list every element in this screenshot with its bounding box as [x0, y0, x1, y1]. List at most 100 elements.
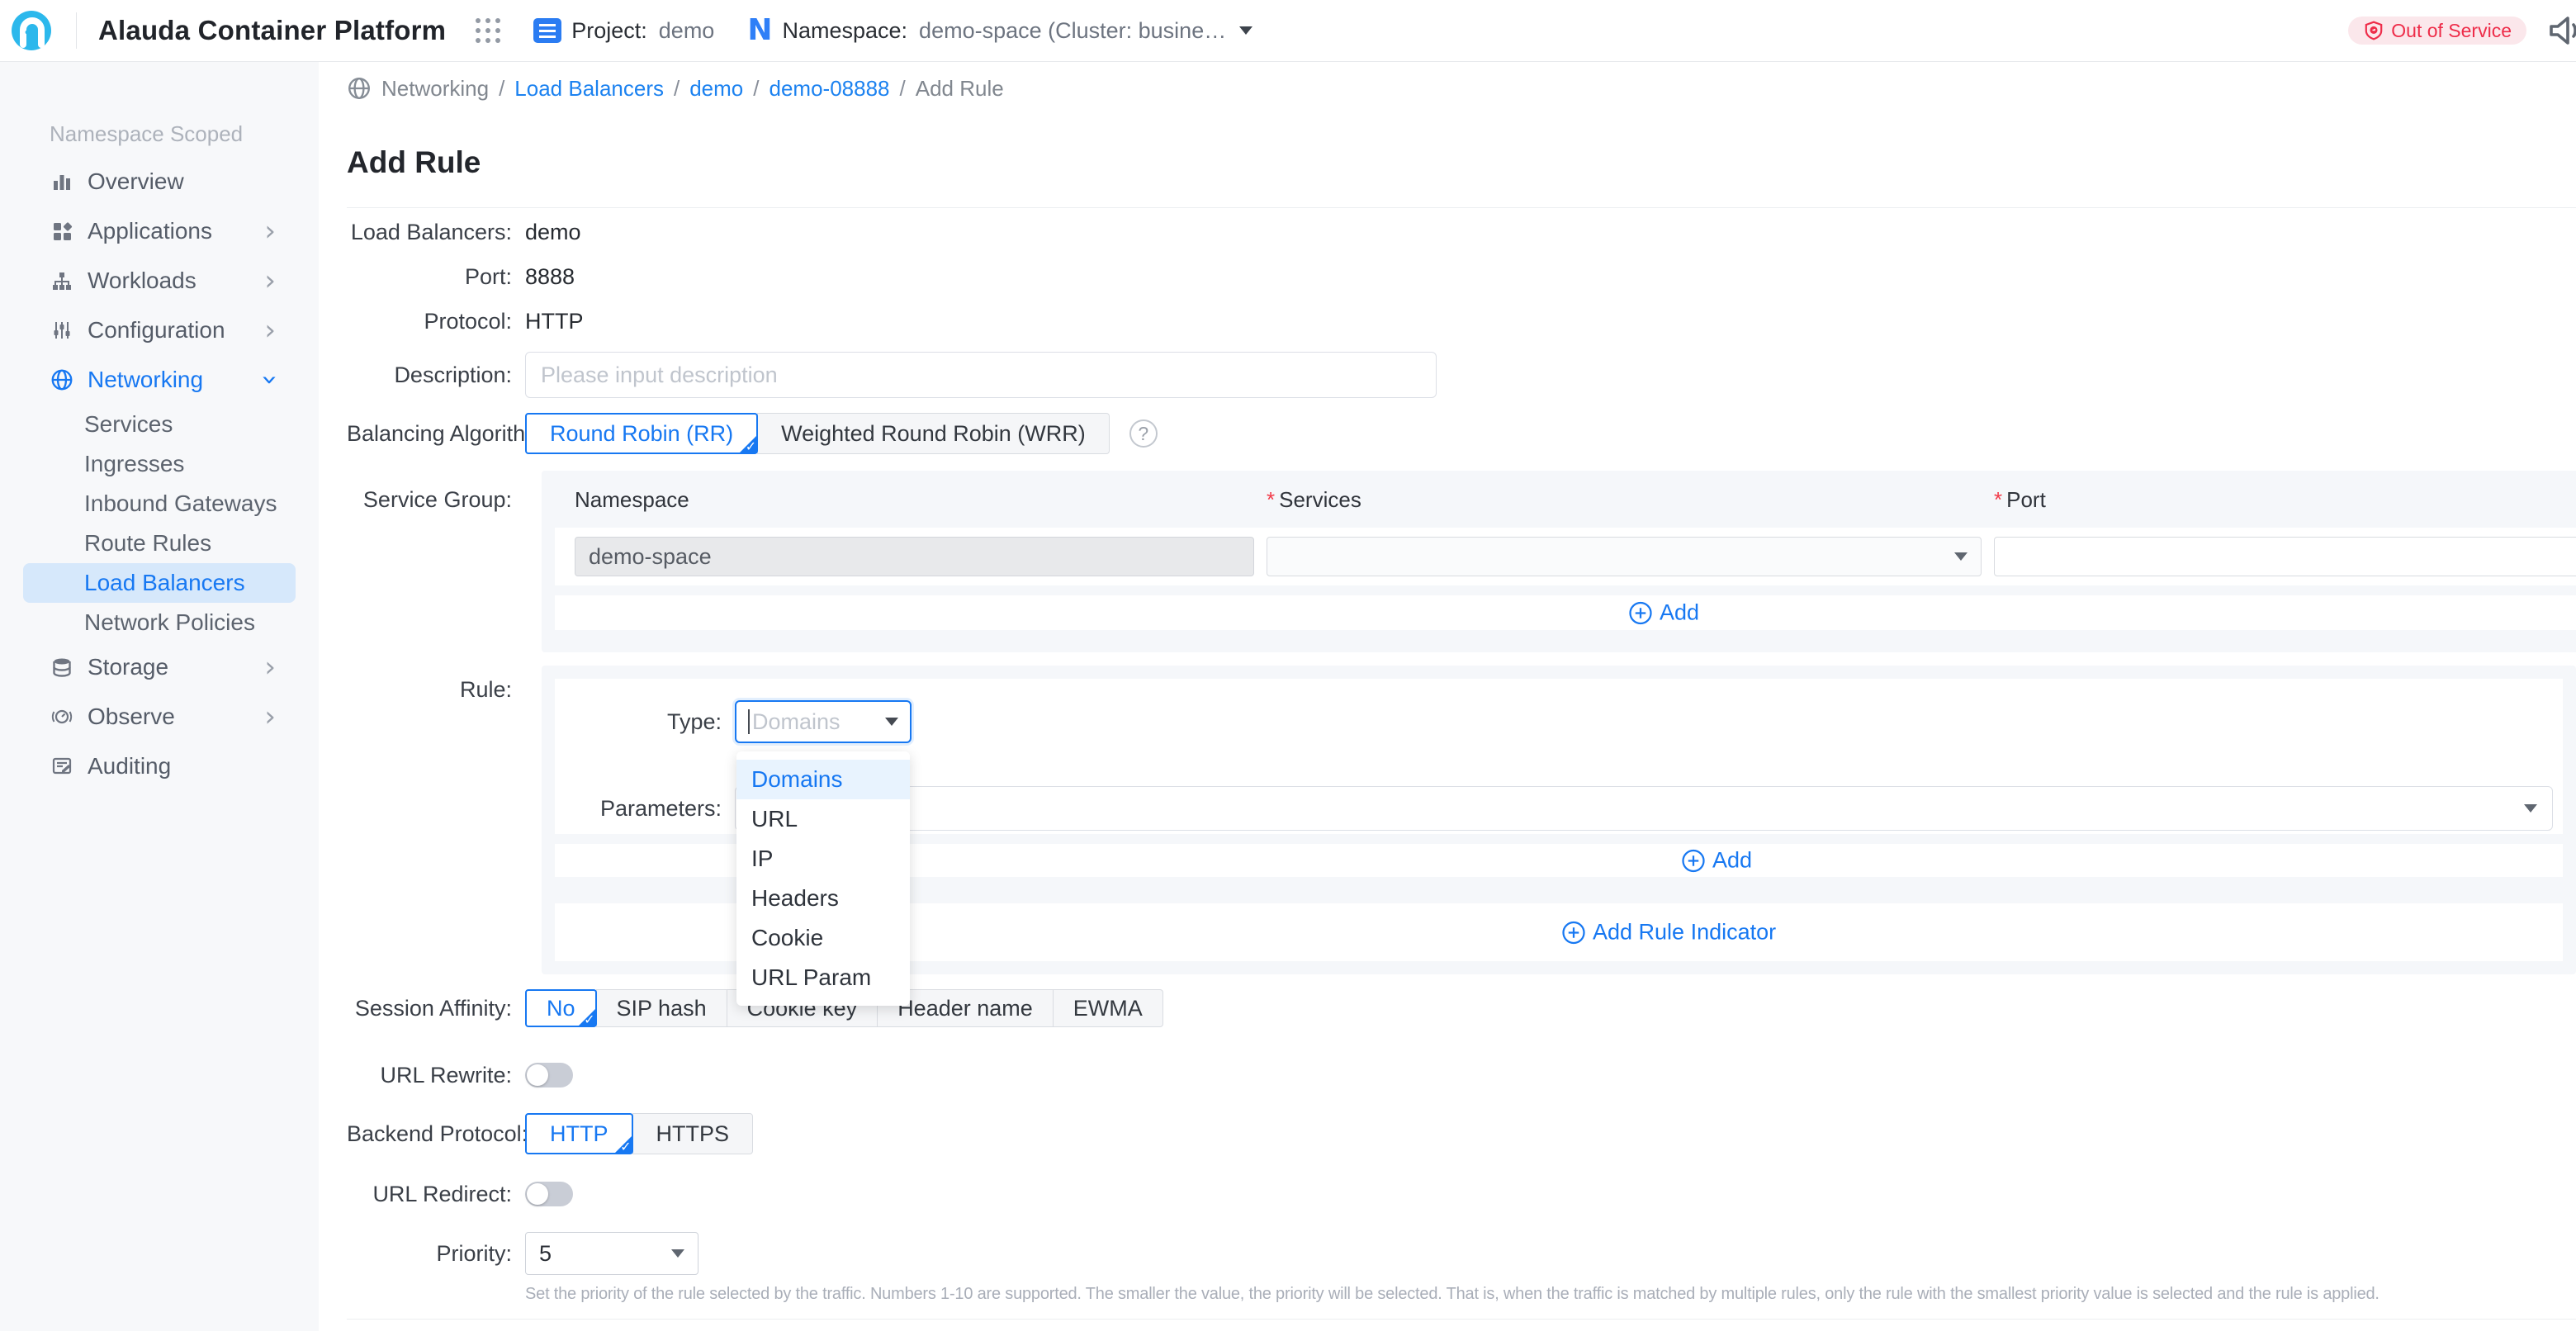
announcement-speaker-icon[interactable]	[2545, 12, 2576, 50]
sidebar-item-networking[interactable]: Networking ›	[0, 355, 319, 405]
namespace-value: demo-space (Cluster: busine…	[919, 18, 1226, 44]
chevron-right-icon: ›	[264, 316, 276, 344]
text-cursor	[748, 709, 750, 734]
namespace-column-header: Namespace	[575, 487, 1267, 513]
chevron-down-icon: ›	[256, 374, 284, 386]
rule-panel: Type: Domains Domains URL IP Headers	[542, 666, 2576, 974]
project-switcher[interactable]: Project: demo	[533, 18, 714, 44]
type-option-url-param[interactable]: URL Param	[736, 958, 910, 997]
type-select[interactable]: Domains Domains URL IP Headers Cookie UR…	[735, 700, 912, 743]
url-redirect-toggle[interactable]	[525, 1182, 573, 1206]
add-rule-indicator-button[interactable]: Add Rule Indicator	[1561, 920, 1776, 945]
description-input[interactable]	[525, 352, 1437, 398]
protocol-label: Protocol:	[347, 309, 512, 334]
divider	[347, 207, 2576, 208]
breadcrumb-link-demo-08888[interactable]: demo-08888	[769, 76, 890, 102]
sidebar-item-network-policies[interactable]: Network Policies	[0, 603, 319, 642]
service-port-input[interactable]	[1994, 537, 2576, 576]
load-balancers-label: Load Balancers:	[347, 220, 512, 245]
sidebar-item-observe[interactable]: Observe ›	[0, 692, 319, 742]
sidebar-item-auditing[interactable]: Auditing	[0, 742, 319, 791]
parameters-select[interactable]	[735, 786, 2553, 831]
load-balancers-value: demo	[525, 220, 581, 245]
url-redirect-label: URL Redirect:	[347, 1182, 512, 1207]
namespace-icon: N	[747, 16, 772, 45]
session-option-sip-hash[interactable]: SIP hash	[596, 989, 727, 1027]
plus-circle-icon	[1681, 848, 1706, 873]
database-icon	[50, 655, 74, 680]
app-launcher-icon[interactable]	[476, 18, 500, 43]
rule-label: Rule:	[347, 666, 512, 703]
priority-help-text: Set the priority of the rule selected by…	[347, 1285, 2576, 1304]
chevron-down-icon	[885, 718, 898, 726]
priority-select[interactable]: 5	[525, 1232, 698, 1275]
session-option-ewma[interactable]: EWMA	[1053, 989, 1163, 1027]
type-option-url[interactable]: URL	[736, 799, 910, 839]
breadcrumb-link-demo[interactable]: demo	[689, 76, 743, 102]
priority-label: Priority:	[347, 1241, 512, 1267]
header-divider	[76, 12, 77, 49]
sidebar-item-workloads[interactable]: Workloads ›	[0, 256, 319, 306]
sidebar-item-overview[interactable]: Overview	[0, 157, 319, 206]
balancing-algorithm-label: Balancing Algorithm:	[347, 421, 512, 447]
namespace-input: demo-space	[575, 537, 1254, 576]
add-service-button[interactable]: Add	[1628, 600, 1699, 626]
sidebar-section-label: Namespace Scoped	[50, 121, 319, 147]
description-label: Description:	[347, 362, 512, 388]
port-column-header: Port	[1994, 487, 2046, 513]
breadcrumb-link-load-balancers[interactable]: Load Balancers	[514, 76, 664, 102]
type-option-domains[interactable]: Domains	[736, 760, 910, 799]
protocol-value: HTTP	[525, 309, 584, 334]
balancing-option-wrr[interactable]: Weighted Round Robin (WRR)	[757, 413, 1110, 454]
service-group-panel: Namespace Services Port demo-space Add	[542, 471, 2576, 652]
namespace-switcher[interactable]: N Namespace: demo-space (Cluster: busine…	[747, 16, 1252, 45]
page-title: Add Rule	[347, 145, 2576, 181]
sidebar-item-route-rules[interactable]: Route Rules	[0, 524, 319, 563]
rule-editor: Type: Domains Domains URL IP Headers	[555, 679, 2563, 834]
services-select[interactable]	[1267, 537, 1982, 576]
breadcrumb-item: Networking	[381, 76, 489, 102]
shield-icon	[2363, 20, 2384, 41]
type-dropdown: Domains URL IP Headers Cookie URL Param	[736, 751, 910, 1006]
top-header: Alauda Container Platform Project: demo …	[0, 0, 2576, 62]
app-title: Alauda Container Platform	[98, 15, 446, 46]
backend-option-http[interactable]: HTTP	[525, 1113, 633, 1154]
sidebar-item-inbound-gateways[interactable]: Inbound Gateways	[0, 484, 319, 524]
url-rewrite-toggle[interactable]	[525, 1063, 573, 1087]
session-option-no[interactable]: No	[525, 989, 597, 1027]
add-parameter-button[interactable]: Add	[1681, 848, 1752, 874]
sidebar-item-applications[interactable]: Applications ›	[0, 206, 319, 256]
type-option-ip[interactable]: IP	[736, 839, 910, 879]
sidebar-item-storage[interactable]: Storage ›	[0, 642, 319, 692]
bottom-divider	[347, 1319, 2576, 1320]
chevron-down-icon	[671, 1249, 684, 1258]
balancing-algorithm-group: Round Robin (RR) Weighted Round Robin (W…	[525, 413, 1110, 454]
namespace-label: Namespace:	[782, 18, 907, 44]
sidebar: Namespace Scoped Overview Applications ›…	[0, 62, 319, 1331]
service-group-label: Service Group:	[347, 471, 512, 513]
type-option-cookie[interactable]: Cookie	[736, 918, 910, 958]
session-affinity-label: Session Affinity:	[347, 996, 512, 1021]
help-icon[interactable]: ?	[1129, 419, 1158, 448]
globe-icon	[347, 76, 372, 101]
services-column-header: Services	[1267, 487, 1994, 513]
chevron-right-icon: ›	[264, 703, 276, 731]
applications-tiles-icon	[50, 219, 74, 244]
priority-value: 5	[539, 1241, 552, 1267]
status-badge[interactable]: Out of Service	[2348, 17, 2526, 45]
port-value: 8888	[525, 264, 575, 290]
project-value: demo	[659, 18, 715, 44]
type-placeholder: Domains	[752, 709, 841, 735]
chevron-down-icon	[2524, 804, 2537, 813]
backend-option-https[interactable]: HTTPS	[632, 1113, 754, 1154]
sidebar-item-ingresses[interactable]: Ingresses	[0, 444, 319, 484]
chevron-down-icon	[1239, 26, 1252, 35]
add-rule-form: Add Rule Load Balancers: demo Port: 8888…	[319, 145, 2576, 1320]
type-option-headers[interactable]: Headers	[736, 879, 910, 918]
sidebar-item-configuration[interactable]: Configuration ›	[0, 306, 319, 355]
port-label: Port:	[347, 264, 512, 290]
sidebar-item-load-balancers[interactable]: Load Balancers	[23, 563, 296, 603]
balancing-option-rr[interactable]: Round Robin (RR)	[525, 413, 758, 454]
sidebar-item-services[interactable]: Services	[0, 405, 319, 444]
breadcrumb-current: Add Rule	[916, 76, 1004, 102]
